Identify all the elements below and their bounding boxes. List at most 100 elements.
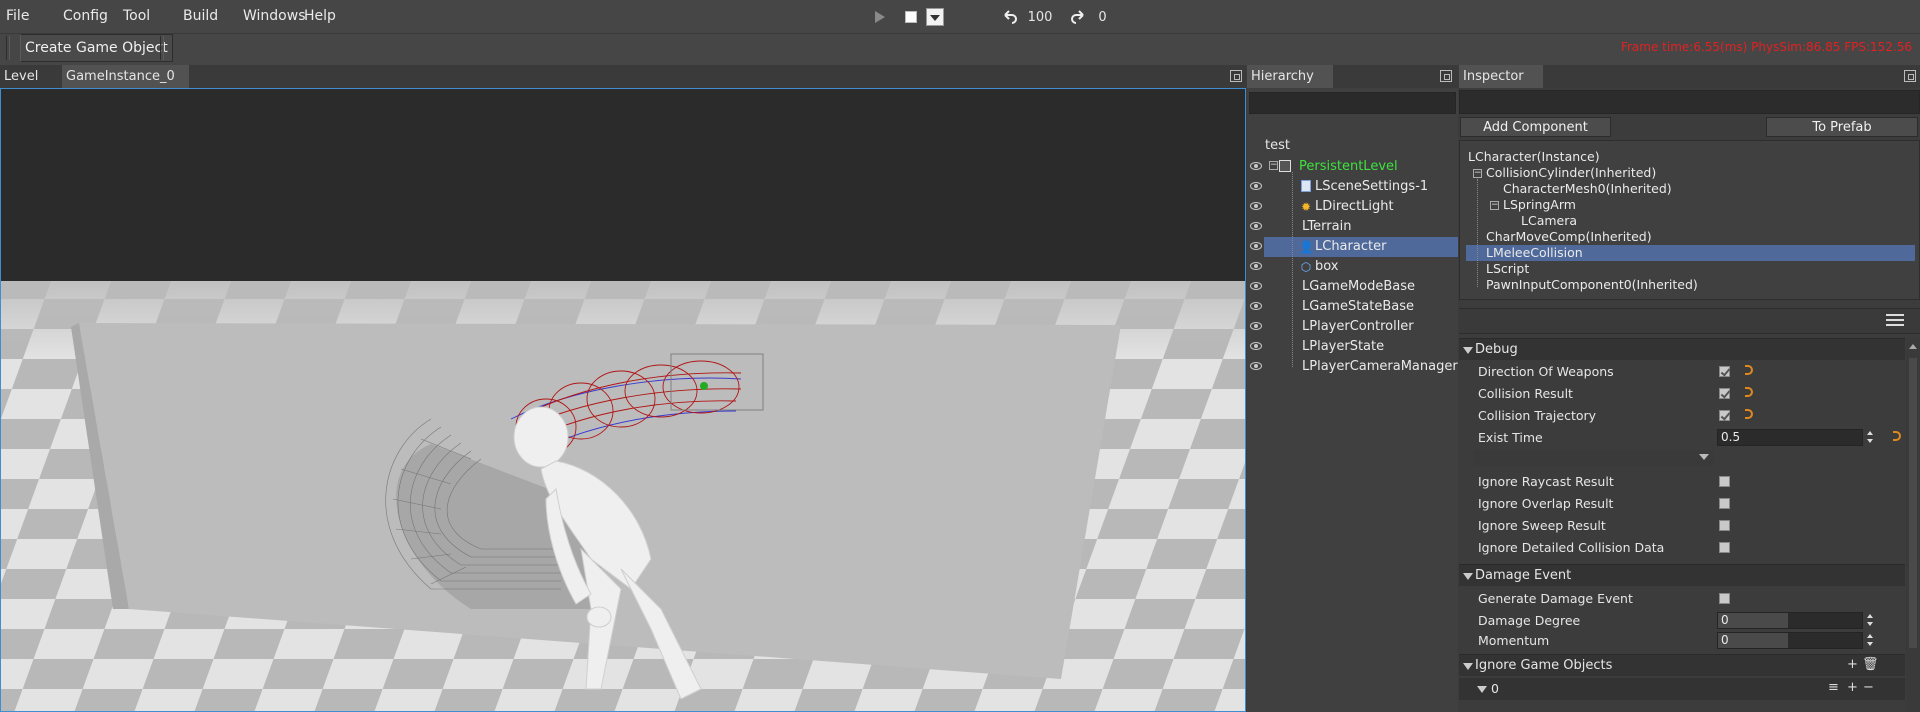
visibility-eye-icon[interactable] <box>1250 282 1262 290</box>
checkbox[interactable] <box>1719 476 1730 487</box>
component-item[interactable]: CharMoveComp(Inherited) <box>1486 229 1652 245</box>
prop-label: Ignore Raycast Result <box>1478 474 1614 489</box>
to-prefab-button[interactable]: To Prefab <box>1766 117 1918 137</box>
hierarchy-row-game-mode-base[interactable]: LGameModeBase <box>1247 277 1458 297</box>
exist-time-input[interactable]: 0.5 <box>1717 429 1863 446</box>
reset-icon[interactable] <box>1745 409 1753 419</box>
visibility-eye-icon[interactable] <box>1250 302 1262 310</box>
remove-icon[interactable]: − <box>1862 681 1875 695</box>
hierarchy-row-box[interactable]: ⬡ box <box>1247 257 1458 277</box>
hierarchy-row-scene-settings[interactable]: LSceneSettings-1 <box>1247 177 1458 197</box>
menu-help[interactable]: Help <box>304 8 336 24</box>
scroll-up-icon[interactable] <box>1909 344 1917 349</box>
tab-level[interactable]: Level <box>0 65 60 88</box>
visibility-eye-icon[interactable] <box>1250 262 1262 270</box>
hierarchy-row-persistent-level[interactable]: − PersistentLevel <box>1247 157 1458 177</box>
hierarchy-search-input[interactable] <box>1249 92 1456 114</box>
hierarchy-row-player-camera-manager[interactable]: LPlayerCameraManager <box>1247 357 1458 377</box>
add-component-button[interactable]: Add Component <box>1460 117 1611 137</box>
tab-game-instance[interactable]: GameInstance_0 <box>62 65 189 88</box>
play-mode-dropdown[interactable] <box>925 5 945 29</box>
visibility-eye-icon[interactable] <box>1250 182 1262 190</box>
create-game-object-button[interactable]: Create Game Object <box>20 34 173 62</box>
toolbar-grip-icon[interactable] <box>6 36 10 60</box>
component-item[interactable]: CharacterMesh0(Inherited) <box>1503 181 1672 197</box>
hierarchy-root-label[interactable]: test <box>1265 138 1290 153</box>
redo-button[interactable] <box>1068 5 1088 29</box>
visibility-eye-icon[interactable] <box>1250 322 1262 330</box>
checkbox[interactable] <box>1719 542 1730 553</box>
collapse-triangle-icon[interactable] <box>1463 347 1473 354</box>
hierarchy-row-player-controller[interactable]: LPlayerController <box>1247 317 1458 337</box>
collapse-triangle-icon[interactable] <box>1463 663 1473 670</box>
hierarchy-row-terrain[interactable]: LTerrain <box>1247 217 1458 237</box>
tab-hierarchy[interactable]: Hierarchy <box>1247 65 1333 88</box>
visibility-eye-icon[interactable] <box>1250 222 1262 230</box>
menu-config[interactable]: Config <box>63 8 108 24</box>
section-ignore-game-objects-header[interactable]: Ignore Game Objects + 🗑 <box>1459 654 1905 676</box>
hierarchy-row-direct-light[interactable]: ✹ LDirectLight <box>1247 197 1458 217</box>
component-item[interactable]: CollisionCylinder(Inherited) <box>1486 165 1656 181</box>
scrollbar-thumb[interactable] <box>1909 358 1917 648</box>
hierarchy-item-label: LTerrain <box>1302 219 1352 234</box>
stop-button[interactable] <box>901 5 921 29</box>
expand-collapse-icon[interactable]: − <box>1490 201 1499 210</box>
visibility-eye-icon[interactable] <box>1250 202 1262 210</box>
expand-collapse-icon[interactable]: − <box>1473 169 1482 178</box>
component-item[interactable]: LCamera <box>1521 213 1577 229</box>
section-debug-header[interactable]: Debug <box>1459 338 1905 360</box>
menu-windows[interactable]: Windows <box>243 8 306 24</box>
undo-button[interactable] <box>1000 5 1020 29</box>
hierarchy-row-player-state[interactable]: LPlayerState <box>1247 337 1458 357</box>
tab-inspector[interactable]: Inspector <box>1459 65 1543 88</box>
checkbox[interactable] <box>1719 410 1730 421</box>
pin-icon[interactable] <box>1230 70 1242 82</box>
advanced-expander[interactable] <box>1474 450 1714 466</box>
spinner-arrows-icon[interactable] <box>1867 633 1875 648</box>
component-item[interactable]: PawnInputComponent0(Inherited) <box>1486 277 1698 293</box>
damage-degree-slider[interactable]: 0 <box>1717 612 1863 629</box>
properties-scrollbar[interactable] <box>1906 338 1920 712</box>
checkbox[interactable] <box>1719 498 1730 509</box>
visibility-eye-icon[interactable] <box>1250 162 1262 170</box>
component-item-selected[interactable]: LMeleeCollision <box>1486 245 1583 261</box>
pin-icon[interactable] <box>1440 70 1452 82</box>
trash-icon[interactable]: 🗑 <box>1862 658 1879 672</box>
visibility-eye-icon[interactable] <box>1250 342 1262 350</box>
reset-icon[interactable] <box>1745 387 1753 397</box>
add-icon[interactable]: + <box>1846 658 1859 672</box>
visibility-eye-icon[interactable] <box>1250 362 1262 370</box>
inspector-search-input[interactable] <box>1459 90 1920 114</box>
scene-render[interactable] <box>1 89 1246 712</box>
section-damage-event-header[interactable]: Damage Event <box>1459 564 1905 586</box>
hierarchy-row-game-state-base[interactable]: LGameStateBase <box>1247 297 1458 317</box>
add-icon[interactable]: + <box>1846 681 1859 695</box>
reset-icon[interactable] <box>1745 365 1753 375</box>
menu-tool[interactable]: Tool <box>123 8 150 24</box>
checkbox[interactable] <box>1719 520 1730 531</box>
checkbox[interactable] <box>1719 366 1730 377</box>
play-button[interactable] <box>870 5 890 29</box>
reset-icon[interactable] <box>1893 431 1901 441</box>
scene-viewport[interactable] <box>0 88 1246 712</box>
component-item[interactable]: LCharacter(Instance) <box>1468 149 1600 165</box>
spinner-arrows-icon[interactable] <box>1867 430 1875 445</box>
collapse-triangle-icon[interactable] <box>1463 573 1473 580</box>
spinner-arrows-icon[interactable] <box>1867 613 1875 628</box>
menu-file[interactable]: File <box>6 8 29 24</box>
prop-ignore-overlap: Ignore Overlap Result <box>1459 493 1905 515</box>
momentum-slider[interactable]: 0 <box>1717 632 1863 649</box>
expand-collapse-icon[interactable]: − <box>1269 161 1278 170</box>
pin-icon[interactable] <box>1904 70 1916 82</box>
checkbox[interactable] <box>1719 388 1730 399</box>
hierarchy-row-character[interactable]: 👤 LCharacter <box>1247 237 1458 257</box>
component-item[interactable]: LScript <box>1486 261 1529 277</box>
checkbox[interactable] <box>1719 593 1730 604</box>
component-item[interactable]: LSpringArm <box>1503 197 1576 213</box>
list-view-icon[interactable] <box>1886 314 1904 328</box>
menu-build[interactable]: Build <box>183 8 218 24</box>
edit-list-icon[interactable]: ≡ <box>1827 681 1840 695</box>
visibility-eye-icon[interactable] <box>1250 242 1262 250</box>
expand-more-icon[interactable] <box>1699 454 1709 460</box>
collapse-triangle-icon[interactable] <box>1477 686 1487 693</box>
